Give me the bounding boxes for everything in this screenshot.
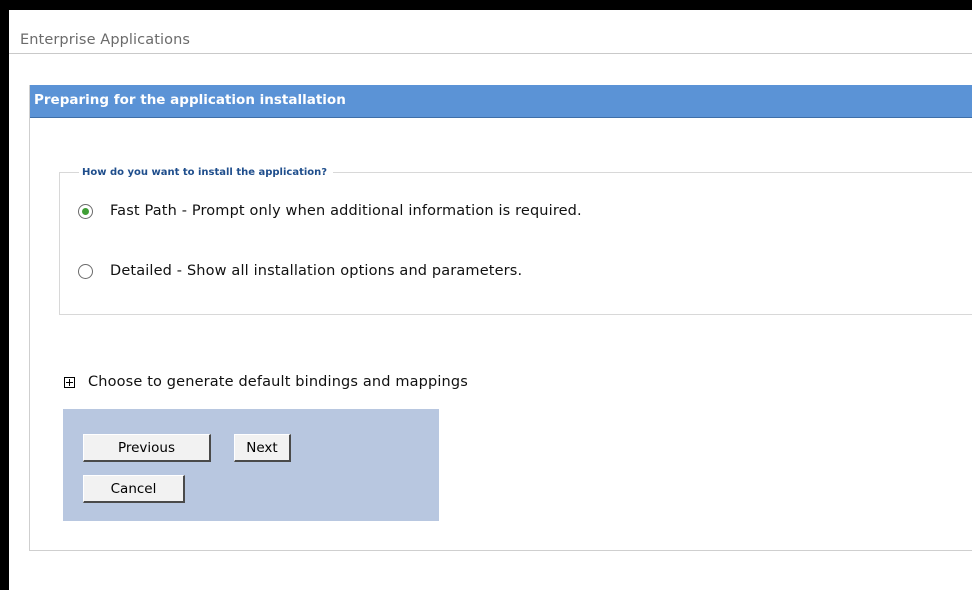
title-divider	[9, 53, 972, 54]
previous-button[interactable]: Previous	[83, 434, 211, 462]
fast-path-radio[interactable]	[78, 203, 93, 219]
next-button[interactable]: Next	[234, 434, 291, 462]
detailed-radio[interactable]	[78, 263, 93, 279]
button-bar: Previous Next Cancel	[63, 409, 439, 521]
default-bindings-label[interactable]: Choose to generate default bindings and …	[88, 374, 468, 390]
option-fast-path[interactable]: Fast Path - Prompt only when additional …	[78, 203, 582, 219]
panel-header: Preparing for the application installati…	[30, 85, 972, 118]
install-panel: Preparing for the application installati…	[29, 85, 972, 551]
expand-plus-icon[interactable]	[64, 376, 75, 388]
install-method-fieldset: How do you want to install the applicati…	[59, 166, 972, 315]
page: Enterprise Applications Preparing for th…	[9, 10, 972, 590]
detailed-label[interactable]: Detailed - Show all installation options…	[110, 263, 522, 279]
fast-path-label[interactable]: Fast Path - Prompt only when additional …	[110, 203, 582, 219]
panel-header-title: Preparing for the application installati…	[34, 92, 346, 108]
default-bindings-toggle[interactable]: Choose to generate default bindings and …	[64, 374, 468, 390]
install-method-legend: How do you want to install the applicati…	[79, 166, 334, 179]
page-title: Enterprise Applications	[20, 32, 191, 48]
cancel-button[interactable]: Cancel	[83, 475, 185, 503]
option-detailed[interactable]: Detailed - Show all installation options…	[78, 263, 522, 279]
